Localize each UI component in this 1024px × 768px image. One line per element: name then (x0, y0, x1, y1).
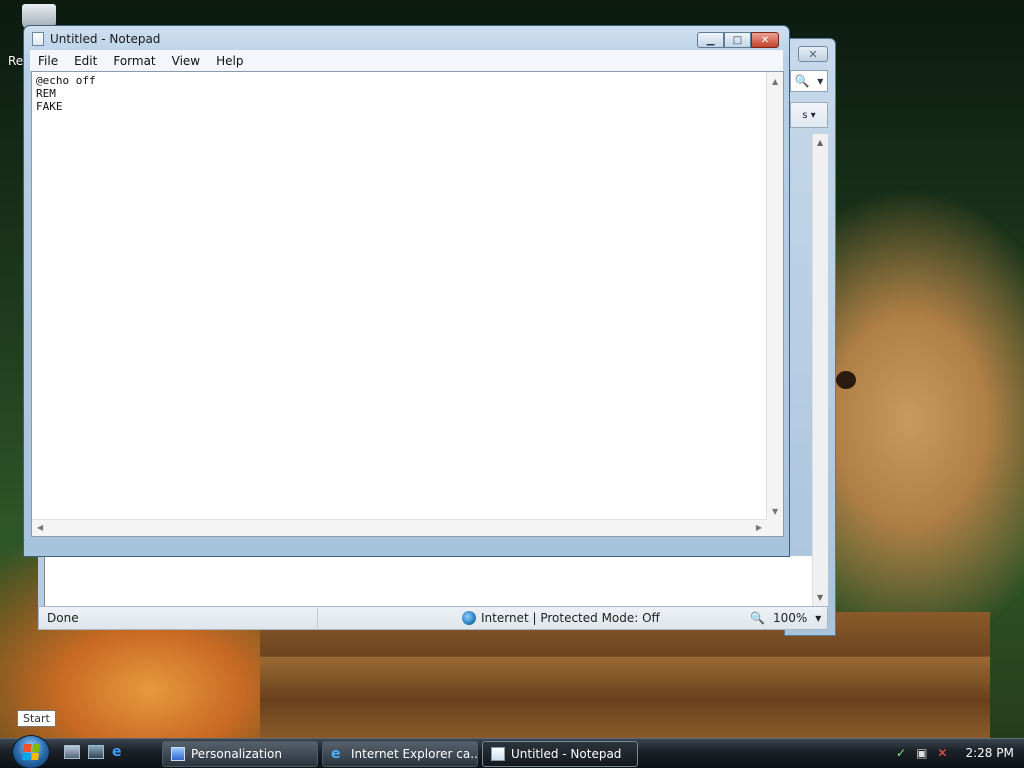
ie-icon: e (331, 746, 341, 762)
security-zone[interactable]: Internet | Protected Mode: Off (462, 611, 722, 625)
window-title: Untitled - Notepad (50, 32, 161, 46)
zoom-control[interactable]: 🔍 100% ▾ (750, 611, 821, 625)
zoom-dropdown-icon[interactable]: ▾ (815, 611, 821, 625)
ie-vertical-scrollbar[interactable]: ▲ ▼ (812, 134, 828, 606)
maximize-button[interactable]: □ (724, 32, 751, 48)
minimize-button[interactable]: ▁ (697, 32, 724, 48)
taskbar-item-personalization[interactable]: Personalization (162, 741, 318, 767)
zoom-icon: 🔍 (750, 611, 765, 625)
security-zone-label: Internet | Protected Mode: Off (481, 611, 660, 625)
windows-flag-icon (22, 744, 40, 760)
ie-search-box[interactable]: 🔍 ▾ (790, 70, 828, 92)
taskbar-item-label: Internet Explorer ca... (351, 747, 478, 761)
ie-content-area[interactable] (44, 556, 828, 606)
scroll-up-icon[interactable]: ▲ (817, 138, 823, 147)
notepad-icon (32, 32, 44, 46)
menu-help[interactable]: Help (208, 54, 251, 68)
start-tooltip: Start (17, 710, 56, 727)
scroll-left-icon[interactable]: ◀ (37, 523, 43, 532)
windows-update-icon[interactable]: ✓ (896, 746, 906, 760)
menu-view[interactable]: View (164, 54, 208, 68)
close-button[interactable]: ✕ (751, 32, 779, 48)
network-icon[interactable]: ▣ (916, 746, 927, 760)
notepad-icon (491, 747, 505, 761)
taskbar-item-notepad[interactable]: Untitled - Notepad (482, 741, 638, 767)
switch-windows-icon[interactable] (88, 745, 104, 759)
horizontal-scrollbar[interactable]: ◀ ▶ (32, 519, 767, 536)
menu-file[interactable]: File (30, 54, 66, 68)
globe-icon (462, 611, 476, 625)
editor-content[interactable]: @echo off REM FAKE (36, 74, 96, 113)
ie-tools-menu[interactable]: s ▾ (790, 102, 828, 128)
menu-edit[interactable]: Edit (66, 54, 105, 68)
taskbar-item-label: Personalization (191, 747, 282, 761)
editor-line: @echo off (36, 74, 96, 87)
ie-status-bar: Done Internet | Protected Mode: Off 🔍 10… (38, 606, 828, 630)
start-button[interactable] (12, 735, 50, 768)
recycle-bin-label[interactable]: Re (8, 54, 23, 68)
wallpaper-dog-eye (836, 371, 856, 389)
search-dropdown-icon[interactable]: ▾ (817, 74, 823, 88)
scroll-down-icon[interactable]: ▼ (772, 507, 778, 516)
scroll-right-icon[interactable]: ▶ (756, 523, 762, 532)
scroll-down-icon[interactable]: ▼ (817, 593, 823, 602)
scroll-up-icon[interactable]: ▲ (772, 77, 778, 86)
notepad-window[interactable]: Untitled - Notepad ▁ □ ✕ File Edit Forma… (23, 25, 790, 557)
menu-bar: File Edit Format View Help (30, 50, 783, 71)
status-divider (317, 608, 318, 628)
system-tray: ✓ ▣ ✕ 2:28 PM (888, 738, 1024, 768)
notepad-title-bar[interactable]: Untitled - Notepad (32, 32, 160, 46)
search-icon[interactable]: 🔍 (795, 74, 810, 88)
menu-format[interactable]: Format (105, 54, 163, 68)
ie-frame-left (38, 556, 44, 606)
text-editor[interactable]: @echo off REM FAKE ▲ ▼ ◀ ▶ (31, 71, 784, 537)
status-text: Done (47, 611, 79, 625)
show-desktop-icon[interactable] (64, 745, 80, 759)
personalization-icon (171, 747, 185, 761)
wallpaper-bench (260, 612, 990, 738)
zoom-level: 100% (772, 611, 808, 625)
clock[interactable]: 2:28 PM (965, 746, 1013, 760)
volume-muted-icon[interactable]: ✕ (937, 746, 947, 760)
vertical-scrollbar[interactable]: ▲ ▼ (766, 72, 783, 536)
taskbar-item-internet-explorer[interactable]: e Internet Explorer ca... (322, 741, 478, 767)
taskbar-item-label: Untitled - Notepad (511, 747, 622, 761)
ie-quicklaunch-icon[interactable]: e (112, 745, 128, 759)
window-controls: ▁ □ ✕ (697, 32, 779, 48)
ie-close-button[interactable]: ✕ (798, 46, 828, 62)
editor-line: REM (36, 87, 56, 100)
editor-line: FAKE (36, 100, 63, 113)
